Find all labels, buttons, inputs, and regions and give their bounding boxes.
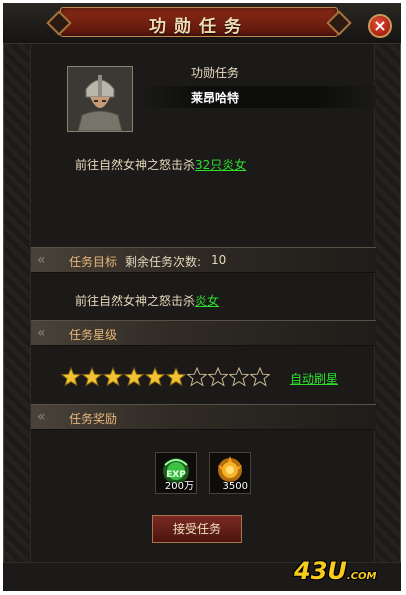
watermark-suffix: .COM: [346, 571, 377, 582]
title-plate: 功勋任务: [60, 7, 338, 37]
remaining-count-label: 剩余任务次数:: [125, 255, 202, 269]
accept-quest-button[interactable]: 接受任务: [152, 515, 242, 543]
section-chevron-icon: «: [37, 409, 46, 425]
reward-count: 200万: [164, 481, 194, 492]
right-border-pattern: [374, 44, 400, 584]
objective-target-link[interactable]: 炎女: [195, 294, 219, 308]
star-filled-icon: [145, 367, 165, 387]
reward-section-header: « 任务奖励: [31, 404, 376, 430]
npc-portrait: [67, 66, 133, 132]
star-filled-icon: [82, 367, 102, 387]
reward-count: 3500: [222, 481, 248, 492]
star-rating: [61, 367, 270, 389]
knight-portrait-icon: [68, 67, 132, 131]
star-filled-icon: [166, 367, 186, 387]
quest-description: 前往自然女神之怒击杀32只炎女: [75, 156, 246, 173]
star-empty-icon: [187, 367, 207, 387]
left-border-pattern: [4, 44, 30, 584]
auto-refresh-stars-link[interactable]: 自动刷星: [290, 370, 338, 387]
section-chevron-icon: «: [37, 252, 46, 268]
npc-label: 功勋任务: [190, 66, 239, 80]
star-section-header: « 任务星级: [31, 320, 376, 346]
description-target-link[interactable]: 32只炎女: [195, 158, 246, 172]
close-icon: ×: [373, 16, 387, 35]
npc-name: 莱昂哈特: [190, 91, 239, 105]
window-title: 功勋任务: [149, 17, 249, 37]
star-empty-icon: [229, 367, 249, 387]
watermark-main: 43U: [294, 557, 347, 585]
reward-slot-gold[interactable]: 3500: [209, 452, 251, 494]
star-filled-icon: [61, 367, 81, 387]
objective-text: 前往自然女神之怒击杀炎女: [75, 292, 219, 309]
star-filled-icon: [124, 367, 144, 387]
star-empty-icon: [250, 367, 270, 387]
remaining-count-value: 10: [211, 253, 227, 267]
star-filled-icon: [103, 367, 123, 387]
objective-section-label: 任务目标: [69, 255, 118, 269]
star-section-label: 任务星级: [69, 328, 118, 342]
site-watermark-logo: 43U.COM: [294, 557, 394, 587]
close-button[interactable]: ×: [368, 14, 392, 38]
objective-text-prefix: 前往自然女神之怒击杀: [75, 294, 196, 308]
reward-slot-exp[interactable]: EXP 200万: [155, 452, 197, 494]
description-text: 前往自然女神之怒击杀: [75, 158, 196, 172]
objective-section-header: « 任务目标 剩余任务次数: 10: [31, 247, 376, 273]
reward-section-label: 任务奖励: [69, 412, 118, 426]
star-empty-icon: [208, 367, 228, 387]
section-chevron-icon: «: [37, 325, 46, 341]
